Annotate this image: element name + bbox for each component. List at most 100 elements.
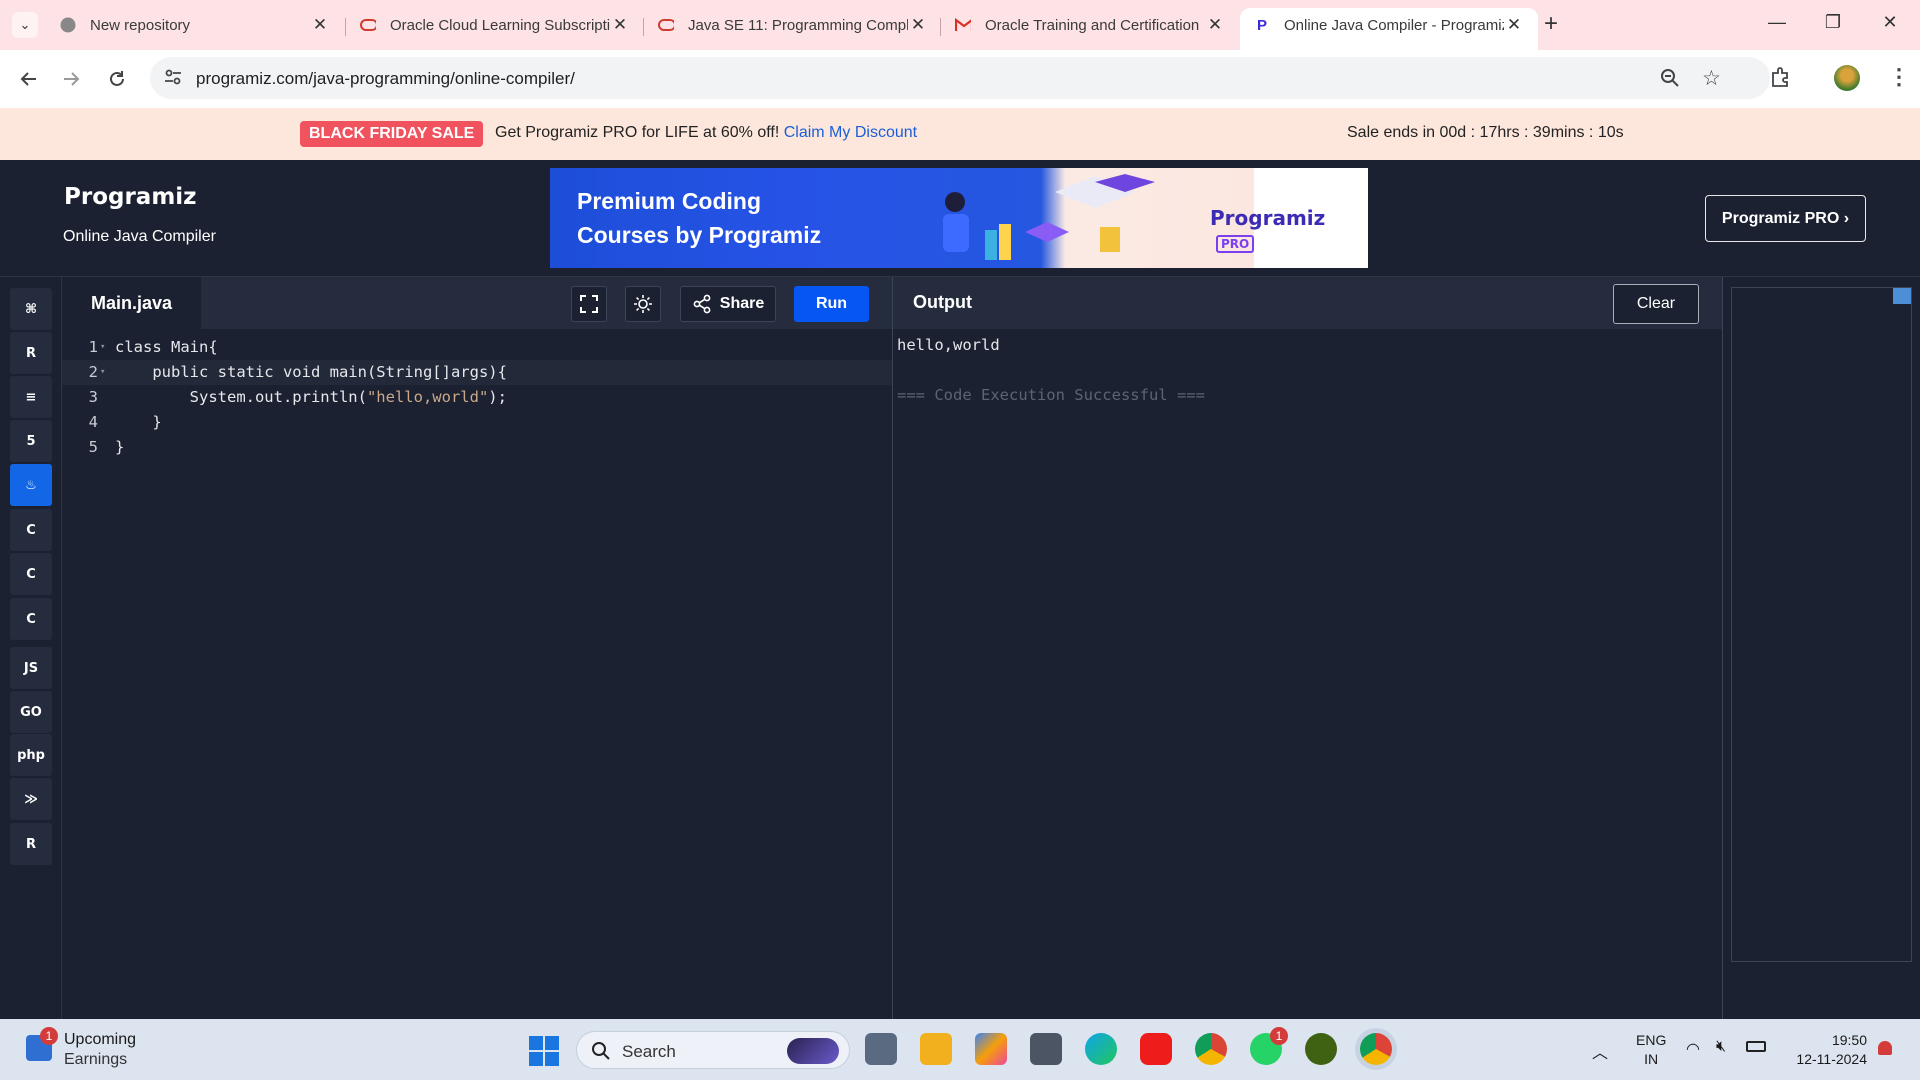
language-php-icon[interactable]: php — [10, 734, 52, 776]
line-number: 4 — [88, 413, 98, 431]
notification-badge: 1 — [40, 1027, 58, 1045]
fold-arrow-icon[interactable]: ▾ — [100, 335, 105, 360]
code-area[interactable]: 1 ▾ class Main{2 ▾ public static void main(… — [62, 329, 892, 1019]
edge-icon[interactable] — [1085, 1033, 1117, 1065]
site-info-icon[interactable] — [164, 68, 182, 90]
ad-logo-text: Programiz — [1210, 206, 1326, 230]
youtube-icon[interactable] — [1140, 1033, 1172, 1065]
forward-icon[interactable] — [57, 64, 87, 94]
minimize-icon[interactable]: — — [1765, 12, 1789, 33]
avatar[interactable] — [1834, 65, 1860, 91]
clock[interactable]: 19:50 12-11-2024 — [1787, 1031, 1867, 1069]
tab-title: Oracle Training and Certification — [985, 16, 1200, 34]
output-header: Output Clear — [893, 277, 1722, 329]
string-literal: "hello,world" — [366, 388, 489, 406]
tab-list-button[interactable]: ⌄ — [12, 12, 38, 38]
output-panel: Output Clear hello,world === Code Execut… — [892, 277, 1723, 1019]
close-window-icon[interactable]: ✕ — [1878, 12, 1902, 33]
task-view-icon[interactable] — [865, 1033, 897, 1065]
code-token: ); — [488, 388, 507, 406]
zoom-icon[interactable] — [1660, 68, 1680, 92]
side-ad-panel[interactable] — [1731, 287, 1912, 962]
volume-muted-icon[interactable]: 🔇︎ — [1716, 1038, 1726, 1056]
run-button[interactable]: Run — [794, 286, 869, 322]
language-cpp-icon[interactable]: C — [10, 553, 52, 595]
url-text[interactable]: programiz.com/java-programming/online-co… — [196, 69, 575, 89]
sale-message: Get Programiz PRO for LIFE at 60% off! — [495, 124, 780, 141]
language-rust-icon[interactable]: R — [10, 823, 52, 865]
code-line[interactable]: 5} — [62, 435, 892, 460]
lang-region: IN — [1644, 1051, 1659, 1067]
copilot-icon[interactable] — [975, 1033, 1007, 1065]
code-line[interactable]: 4 } — [62, 410, 892, 435]
chrome-profile-icon[interactable] — [1360, 1033, 1392, 1065]
language-c-icon[interactable]: C — [10, 509, 52, 551]
windows-start-icon[interactable] — [529, 1036, 559, 1066]
language-sql-icon[interactable]: ≡ — [10, 376, 52, 418]
close-tab-icon[interactable]: ✕ — [1205, 15, 1225, 35]
ad-choices-icon[interactable] — [1893, 288, 1911, 304]
app-icon[interactable] — [1305, 1033, 1337, 1065]
browser-tab-oracle-training[interactable]: Oracle Training and Certification ✕ — [941, 8, 1239, 42]
address-bar[interactable]: programiz.com/java-programming/online-co… — [150, 57, 1770, 99]
sun-icon — [634, 295, 652, 313]
share-label: Share — [719, 295, 765, 312]
theme-toggle-button[interactable] — [625, 286, 661, 322]
show-hidden-icons[interactable]: ︿ — [1592, 1039, 1608, 1063]
battery-icon[interactable] — [1746, 1041, 1766, 1052]
restore-icon[interactable]: ❐ — [1821, 12, 1845, 33]
code-line[interactable]: 3 System.out.println("hello,world"); — [62, 385, 892, 410]
ad-headline-2: Courses by Programiz — [577, 222, 822, 248]
wifi-icon[interactable]: ◠ — [1686, 1039, 1700, 1059]
input-language[interactable]: ENG IN — [1636, 1031, 1666, 1069]
chrome-icon[interactable] — [1195, 1033, 1227, 1065]
fullscreen-icon — [580, 295, 598, 313]
language-html-icon[interactable]: 5 — [10, 420, 52, 462]
close-tab-icon[interactable]: ✕ — [610, 15, 630, 35]
code-line[interactable]: 1 ▾ class Main{ — [62, 335, 892, 360]
output-line: hello,world — [897, 336, 1000, 354]
ad-banner[interactable]: Premium Coding Courses by Programiz Prog… — [550, 168, 1368, 268]
tab-title: Online Java Compiler - Programiz — [1284, 16, 1504, 34]
browser-tab-programiz[interactable]: P Online Java Compiler - Programiz ✕ — [1240, 8, 1538, 50]
browser-tab-oracle-cloud[interactable]: Oracle Cloud Learning Subscriptions ✕ — [346, 8, 644, 42]
clock-time: 19:50 — [1831, 1032, 1867, 1048]
programiz-pro-button[interactable]: Programiz PRO › — [1705, 195, 1866, 242]
close-tab-icon[interactable]: ✕ — [310, 15, 330, 35]
gmail-icon — [955, 17, 971, 33]
taskbar-search[interactable]: Search — [576, 1031, 850, 1069]
github-icon — [60, 17, 76, 33]
file-explorer-icon[interactable] — [920, 1033, 952, 1065]
language-swift-icon[interactable]: ≫ — [10, 778, 52, 820]
close-tab-icon[interactable]: ✕ — [1504, 15, 1524, 35]
language-csharp-icon[interactable]: C — [10, 598, 52, 640]
new-tab-icon[interactable]: + — [1544, 10, 1558, 38]
extensions-icon[interactable] — [1770, 66, 1792, 92]
code-line[interactable]: 2 ▾ public static void main(String[]args)… — [62, 360, 892, 385]
language-go-icon[interactable]: GO — [10, 691, 52, 733]
close-tab-icon[interactable]: ✕ — [908, 15, 928, 35]
browser-tab-github[interactable]: New repository ✕ — [46, 8, 344, 42]
programiz-logo[interactable]: Programiz — [64, 184, 197, 210]
language-r-icon[interactable]: R — [10, 332, 52, 374]
language-python-icon[interactable]: ⌘ — [10, 288, 52, 330]
bookmark-star-icon[interactable]: ☆ — [1702, 66, 1721, 91]
browser-menu-icon[interactable]: ⋮ — [1888, 64, 1910, 90]
whatsapp-icon[interactable]: 1 — [1250, 1027, 1288, 1065]
language-java-icon[interactable]: ♨ — [10, 464, 52, 506]
back-icon[interactable] — [13, 64, 43, 94]
line-number: 5 — [88, 438, 98, 456]
camera-icon[interactable] — [1030, 1033, 1062, 1065]
browser-tab-strip: ⌄ New repository ✕ Oracle Cloud Learning… — [0, 0, 1920, 50]
file-tab[interactable]: Main.java — [62, 277, 201, 329]
fold-arrow-icon[interactable]: ▾ — [100, 360, 105, 385]
fullscreen-button[interactable] — [571, 286, 607, 322]
notification-bell-icon[interactable] — [1878, 1041, 1892, 1055]
browser-tab-java-se[interactable]: Java SE 11: Programming Complete ✕ — [644, 8, 942, 42]
share-button[interactable]: Share — [680, 286, 776, 322]
reload-icon[interactable] — [102, 64, 132, 94]
clear-button[interactable]: Clear — [1613, 284, 1699, 324]
claim-discount-link[interactable]: Claim My Discount — [784, 124, 917, 141]
page-title: Online Java Compiler — [63, 228, 216, 245]
language-javascript-icon[interactable]: JS — [10, 647, 52, 689]
